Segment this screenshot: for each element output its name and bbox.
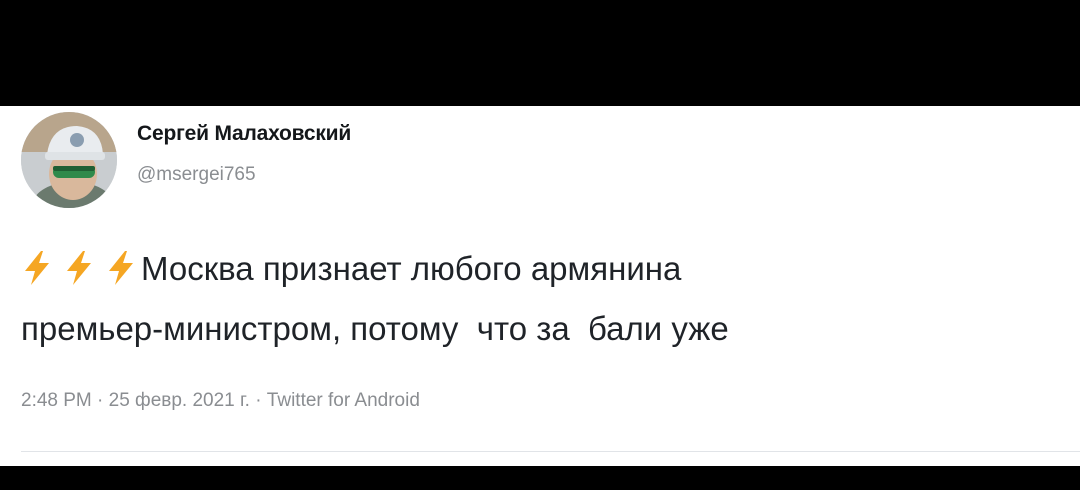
author-handle[interactable]: @msergei765 <box>137 164 256 186</box>
tweet-text: Москва признает любого армянина премьер-… <box>21 242 1061 356</box>
high-voltage-icon <box>25 251 49 285</box>
emoji-group <box>21 248 137 302</box>
avatar[interactable] <box>21 112 117 208</box>
tweet-text-line1: Москва признает любого армянина <box>141 250 682 287</box>
tweet-text-line2: премьер-министром, потому что за бали уж… <box>21 310 729 347</box>
avatar-image <box>21 112 117 208</box>
tweet-card: Сергей Малаховский @msergei765 Москва пр… <box>0 106 1080 466</box>
high-voltage-icon <box>67 251 91 285</box>
high-voltage-icon <box>109 251 133 285</box>
divider <box>21 451 1080 452</box>
author-display-name[interactable]: Сергей Малаховский <box>137 122 351 146</box>
tweet-meta[interactable]: 2:48 PM · 25 февр. 2021 г. · Twitter for… <box>21 390 420 412</box>
